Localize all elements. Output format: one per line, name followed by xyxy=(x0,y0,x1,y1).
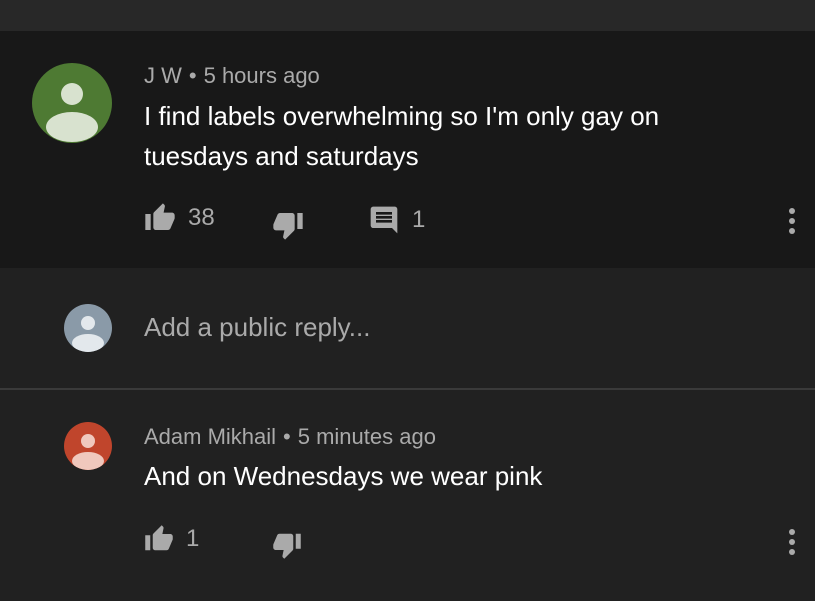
reply-input[interactable]: Add a public reply... xyxy=(144,312,370,343)
user-avatar-icon xyxy=(64,422,112,470)
reply-button[interactable]: 1 xyxy=(368,204,425,236)
reply-meta: Adam Mikhail • 5 minutes ago xyxy=(144,424,436,450)
reply-dislike-button[interactable] xyxy=(272,530,302,560)
more-vert-icon[interactable] xyxy=(787,527,797,557)
meta-separator: • xyxy=(283,424,291,449)
reply-time[interactable]: 5 minutes ago xyxy=(298,424,436,449)
meta-separator: • xyxy=(188,63,197,88)
reply-like-count: 1 xyxy=(186,525,200,552)
comment-time[interactable]: 5 hours ago xyxy=(204,63,320,88)
avatar[interactable] xyxy=(32,63,112,143)
reply-author[interactable]: Adam Mikhail xyxy=(144,424,276,449)
like-button[interactable]: 38 xyxy=(144,202,215,234)
reply-text: And on Wednesdays we wear pink xyxy=(144,461,543,491)
comment-thread-main: J W • 5 hours ago I find labels overwhelmi… xyxy=(0,31,815,268)
thumbs-up-icon xyxy=(145,525,173,551)
user-avatar-icon xyxy=(32,63,112,143)
user-avatar-icon xyxy=(64,304,112,352)
divider xyxy=(0,388,815,390)
comment-meta: J W • 5 hours ago xyxy=(144,63,320,89)
thumbs-up-icon xyxy=(145,203,175,230)
thumbs-down-icon xyxy=(273,213,303,240)
more-vert-icon[interactable] xyxy=(787,206,797,236)
dislike-button[interactable] xyxy=(272,209,304,241)
reply-avatar[interactable] xyxy=(64,422,112,470)
reply-count: 1 xyxy=(412,206,426,233)
thumbs-down-icon xyxy=(273,533,301,559)
like-count: 38 xyxy=(188,204,215,231)
top-bar xyxy=(0,0,815,31)
reply-icon xyxy=(370,206,398,234)
reply-box-avatar xyxy=(64,304,112,352)
reply-like-button[interactable]: 1 xyxy=(144,524,199,554)
comment-author[interactable]: J W xyxy=(144,63,182,88)
comment-text: I find labels overwhelming so I'm only g… xyxy=(144,101,660,171)
